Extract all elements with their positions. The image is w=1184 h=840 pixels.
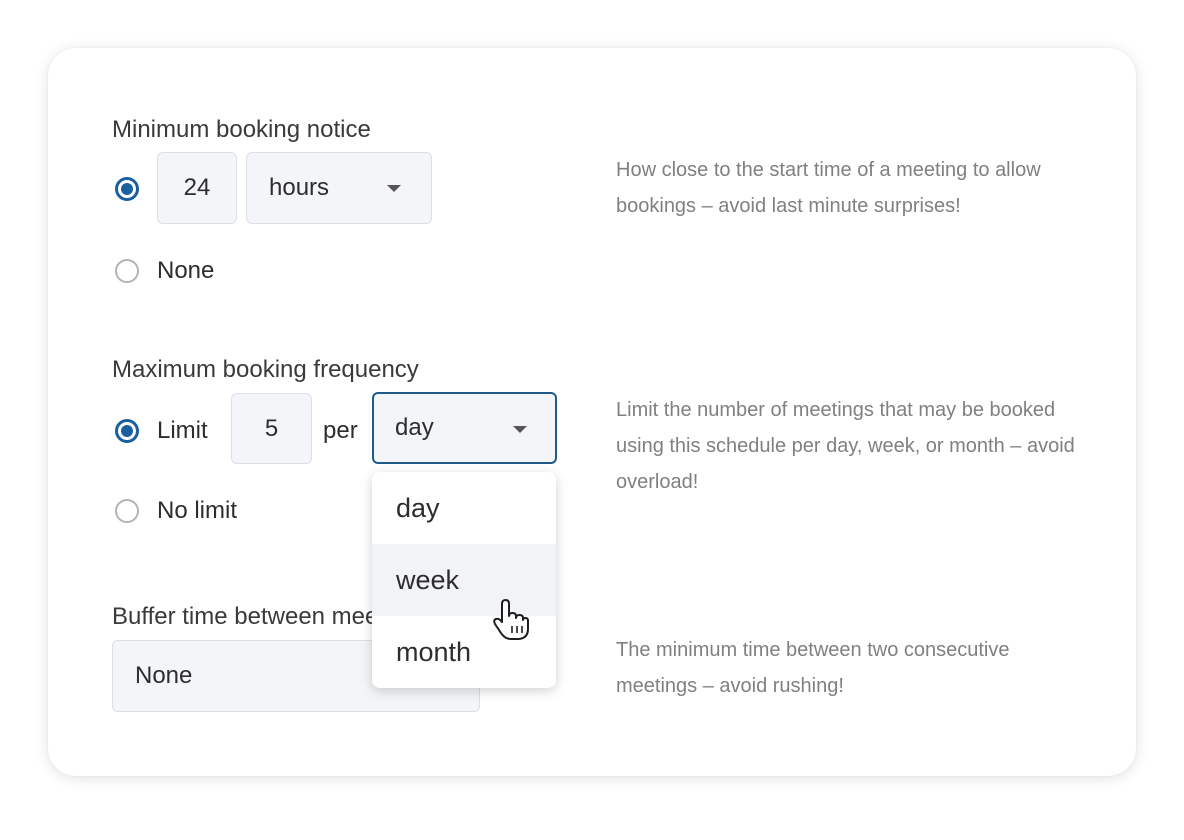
settings-card: Minimum booking notice 24 hours How clos… [48,48,1136,776]
min-notice-unit-select[interactable]: hours [246,152,432,224]
min-notice-help: How close to the start time of a meeting… [616,159,1041,217]
min-notice-none-label[interactable]: None [157,257,214,285]
min-notice-title: Minimum booking notice [112,116,371,143]
max-frequency-no-limit-radio[interactable] [115,499,139,523]
chevron-down-icon [513,426,527,433]
buffer-value: None [135,662,193,689]
max-frequency-period-value: day [395,414,434,441]
max-frequency-help: Limit the number of meetings that may be… [616,399,1075,493]
hand-pointer-cursor-icon [493,599,529,640]
buffer-help: The minimum time between two consecutive… [616,639,1010,697]
max-frequency-limit-input[interactable]: 5 [231,393,312,464]
min-notice-unit-value: hours [269,174,330,201]
chevron-down-icon [387,185,401,192]
period-dropdown-menu: day week month [372,472,556,688]
max-frequency-no-limit-label[interactable]: No limit [157,497,237,525]
period-option-day[interactable]: day [372,472,556,544]
max-frequency-limit-radio[interactable] [115,419,139,443]
min-notice-none-radio[interactable] [115,259,139,283]
min-notice-amount-input[interactable]: 24 [157,152,237,224]
buffer-title: Buffer time between meetings [112,603,374,630]
max-frequency-per-label: per [323,417,358,444]
buffer-title-clip: Buffer time between meetings [112,603,374,635]
min-notice-amount-radio[interactable] [115,177,139,201]
max-frequency-limit-label[interactable]: Limit [157,417,208,445]
max-frequency-limit-value: 5 [264,414,279,442]
max-frequency-period-select[interactable]: day [372,392,557,464]
max-frequency-title: Maximum booking frequency [112,356,419,383]
min-notice-amount-value: 24 [183,174,211,201]
